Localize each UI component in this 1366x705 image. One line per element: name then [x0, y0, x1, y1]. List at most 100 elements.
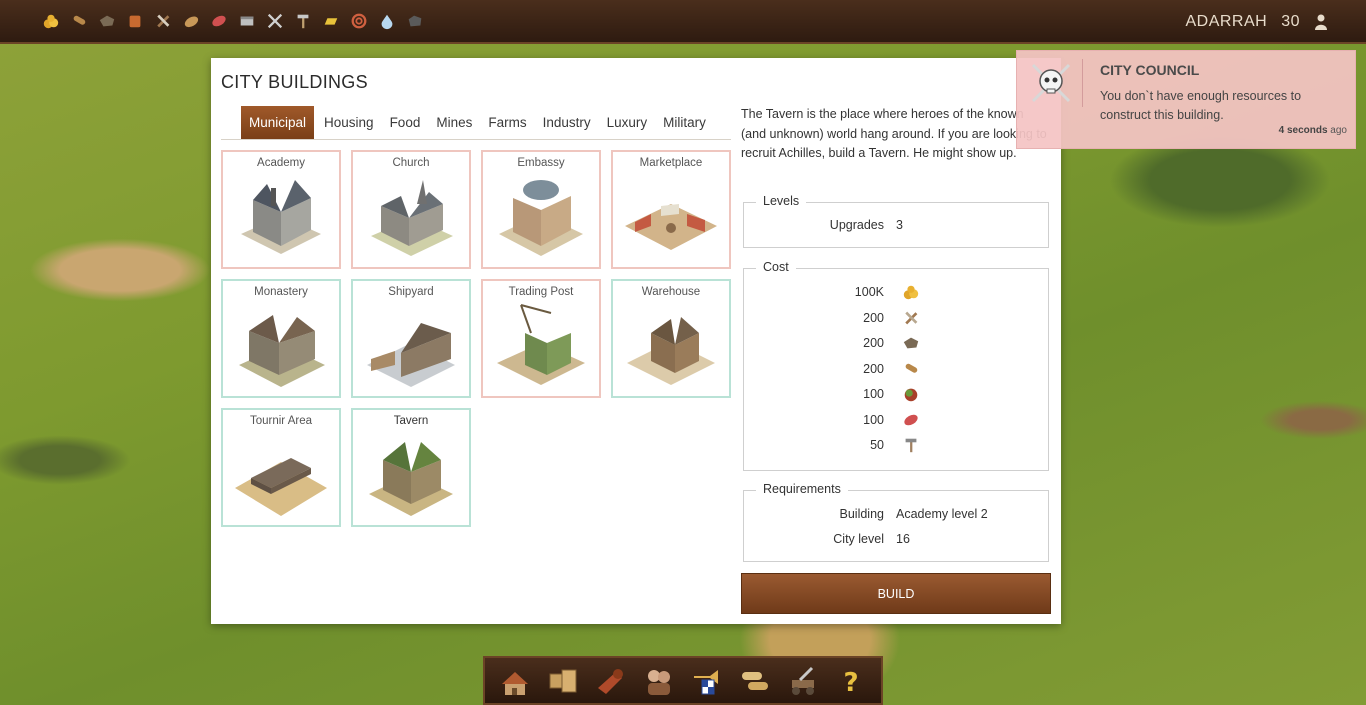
- warehouse-building-icon: [627, 317, 715, 385]
- gold-bar-icon[interactable]: [319, 9, 343, 33]
- tab-mines[interactable]: Mines: [428, 106, 480, 139]
- building-label: Monastery: [254, 286, 308, 298]
- notification-time-value: 4 seconds: [1278, 125, 1328, 136]
- building-grid: Academy Church Embassy Marketplace Monas…: [221, 150, 741, 527]
- wood-icon: [905, 363, 918, 373]
- cost-row: 200: [744, 336, 1050, 356]
- cost-row: 200: [744, 311, 1050, 331]
- trading-post-building-icon: [497, 304, 585, 385]
- tab-military[interactable]: Military: [655, 106, 714, 139]
- shipyard-building-icon: [367, 323, 455, 387]
- requirement-city-level-label: City level: [833, 532, 884, 546]
- building-card-tavern[interactable]: Tavern: [351, 408, 471, 527]
- requirement-building-row: Building Academy level 2: [744, 507, 1050, 527]
- cost-row: 100: [744, 387, 1050, 407]
- svg-text:?: ?: [843, 668, 858, 698]
- upgrades-value: 3: [896, 218, 903, 232]
- building-label: Church: [392, 157, 430, 169]
- upgrades-row: Upgrades 3: [744, 218, 1050, 238]
- building-label: Warehouse: [641, 286, 701, 298]
- tab-industry[interactable]: Industry: [535, 106, 599, 139]
- monastery-building-icon: [239, 315, 325, 387]
- stone-icon: [903, 337, 919, 349]
- gold-icon[interactable]: [39, 9, 63, 33]
- notification-toast[interactable]: CITY COUNCIL You don`t have enough resou…: [1016, 50, 1356, 149]
- building-label: Academy: [257, 157, 305, 169]
- meat-icon[interactable]: [207, 9, 231, 33]
- building-card-marketplace[interactable]: Marketplace: [611, 150, 731, 269]
- requirements-section: Requirements Building Academy level 2 Ci…: [743, 482, 1050, 562]
- trumpet-icon[interactable]: [687, 661, 727, 701]
- panel-title: CITY BUILDINGS: [221, 72, 368, 92]
- marketplace-building-icon: [625, 204, 717, 250]
- building-label: Tavern: [393, 415, 429, 427]
- notification-time: 4 seconds ago: [1279, 125, 1347, 136]
- tab-food[interactable]: Food: [382, 106, 429, 139]
- siege-icon[interactable]: [783, 661, 823, 701]
- category-tabs: Municipal Housing Food Mines Farms Indus…: [221, 106, 731, 140]
- cost-amount: 200: [863, 311, 884, 325]
- gold-icon: [903, 285, 919, 300]
- cost-amount: 100K: [854, 285, 884, 299]
- building-label: Shipyard: [388, 286, 434, 298]
- hammer-icon[interactable]: [291, 9, 315, 33]
- tournir-area-building-icon: [235, 458, 327, 516]
- cost-row: 50: [744, 438, 1050, 458]
- tab-farms[interactable]: Farms: [480, 106, 534, 139]
- cost-row: 200: [744, 362, 1050, 382]
- notification-message: You don`t have enough resources to const…: [1100, 89, 1302, 122]
- bottom-toolbar: ?: [483, 656, 883, 705]
- heroes-icon[interactable]: [639, 661, 679, 701]
- meat-icon: [904, 414, 918, 426]
- horn-icon[interactable]: [591, 661, 631, 701]
- skull-crossed-swords-icon: [1031, 63, 1071, 103]
- tab-luxury[interactable]: Luxury: [599, 106, 656, 139]
- resource-strip: [39, 9, 427, 33]
- building-card-church[interactable]: Church: [351, 150, 471, 269]
- requirement-city-level-value: 16: [896, 532, 910, 546]
- tools-icon: [905, 311, 918, 325]
- cost-legend: Cost: [756, 260, 796, 274]
- building-label: Tournir Area: [249, 415, 312, 427]
- player-name: ADARRAH: [1185, 13, 1268, 30]
- levels-section: Levels Upgrades 3: [743, 194, 1050, 248]
- city-icon[interactable]: [495, 661, 535, 701]
- weapons-icon[interactable]: [263, 9, 287, 33]
- building-label: Embassy: [517, 157, 565, 169]
- rope-icon[interactable]: [347, 9, 371, 33]
- cost-amount: 200: [863, 362, 884, 376]
- building-card-warehouse[interactable]: Warehouse: [611, 279, 731, 398]
- player-level: 30: [1281, 13, 1300, 30]
- building-description: The Tavern is the place where heroes of …: [741, 107, 1047, 160]
- storage-icon[interactable]: [543, 661, 583, 701]
- coal-icon[interactable]: [403, 9, 427, 33]
- upgrades-label: Upgrades: [829, 218, 884, 232]
- notification-time-suffix: ago: [1327, 125, 1347, 136]
- build-button[interactable]: BUILD: [741, 573, 1051, 614]
- wood-icon[interactable]: [67, 9, 91, 33]
- bread-icon[interactable]: [179, 9, 203, 33]
- building-card-shipyard[interactable]: Shipyard: [351, 279, 471, 398]
- building-card-embassy[interactable]: Embassy: [481, 150, 601, 269]
- cost-amount: 200: [863, 336, 884, 350]
- notification-title: CITY COUNCIL: [1100, 62, 1200, 78]
- church-building-icon: [371, 180, 453, 256]
- building-card-monastery[interactable]: Monastery: [221, 279, 341, 398]
- building-card-trading-post[interactable]: Trading Post: [481, 279, 601, 398]
- tab-housing[interactable]: Housing: [316, 106, 382, 139]
- building-card-academy[interactable]: Academy: [221, 150, 341, 269]
- cloth-icon[interactable]: [235, 9, 259, 33]
- building-card-tournir-area[interactable]: Tournir Area: [221, 408, 341, 527]
- building-label: Marketplace: [639, 157, 703, 169]
- stone-icon[interactable]: [95, 9, 119, 33]
- player-info: ADARRAH 30: [1185, 0, 1366, 44]
- tools-icon[interactable]: [151, 9, 175, 33]
- requirement-building-value: Academy level 2: [896, 507, 988, 521]
- help-icon[interactable]: ?: [831, 661, 871, 701]
- scrolls-icon[interactable]: [735, 661, 775, 701]
- cost-section: Cost 100K 200 200 200 100 100 50: [743, 260, 1050, 471]
- clay-icon[interactable]: [123, 9, 147, 33]
- avatar-icon[interactable]: [1314, 13, 1328, 31]
- tab-municipal[interactable]: Municipal: [241, 106, 315, 139]
- water-icon[interactable]: [375, 9, 399, 33]
